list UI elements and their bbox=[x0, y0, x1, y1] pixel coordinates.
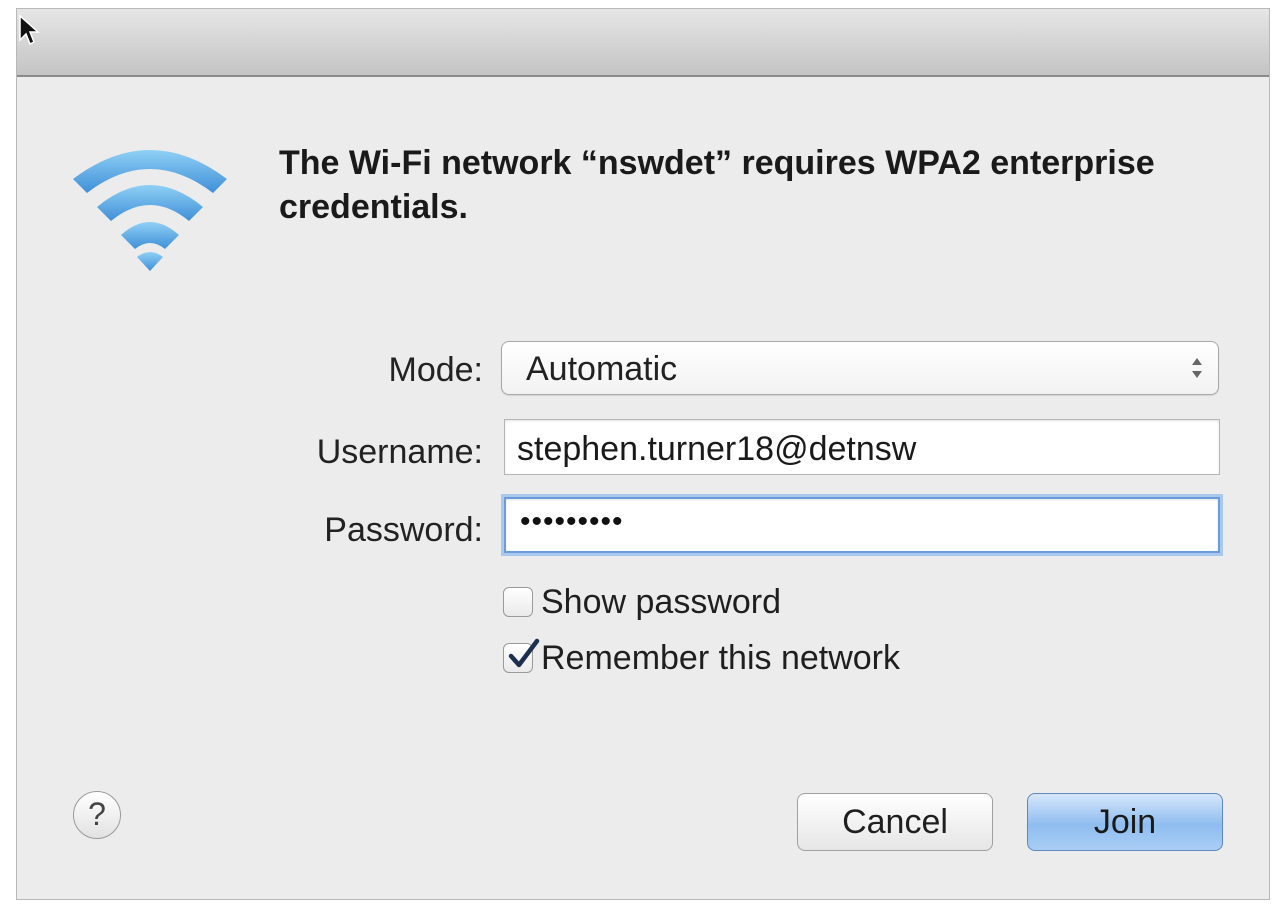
username-label: Username: bbox=[316, 433, 483, 471]
password-masked-value: ••••••••• bbox=[520, 505, 624, 538]
mode-label: Mode: bbox=[388, 351, 484, 389]
join-button[interactable]: Join bbox=[1027, 793, 1223, 851]
wifi-icon bbox=[73, 150, 227, 271]
show-password-checkbox[interactable] bbox=[503, 587, 533, 617]
password-field[interactable]: ••••••••• bbox=[504, 497, 1220, 553]
up-down-arrows-icon bbox=[1192, 358, 1202, 378]
checkmark-icon bbox=[508, 638, 540, 668]
username-value: stephen.turner18@detnsw bbox=[517, 430, 917, 468]
help-button[interactable]: ? bbox=[73, 791, 121, 839]
mouse-pointer-icon bbox=[19, 14, 40, 46]
mode-select-value: Automatic bbox=[526, 350, 678, 388]
mode-select[interactable]: Automatic bbox=[501, 341, 1219, 395]
password-label: Password: bbox=[324, 511, 483, 549]
cancel-button[interactable]: Cancel bbox=[797, 793, 993, 851]
remember-network-checkbox[interactable] bbox=[503, 638, 540, 673]
title-bar[interactable] bbox=[17, 9, 1269, 77]
remember-network-label[interactable]: Remember this network bbox=[541, 639, 900, 678]
show-password-label[interactable]: Show password bbox=[541, 583, 781, 622]
wifi-credentials-dialog: The Wi-Fi network “nswdet” requires WPA2… bbox=[16, 8, 1270, 900]
username-field[interactable]: stephen.turner18@detnsw bbox=[504, 419, 1220, 475]
dialog-headline: The Wi-Fi network “nswdet” requires WPA2… bbox=[279, 144, 1155, 226]
